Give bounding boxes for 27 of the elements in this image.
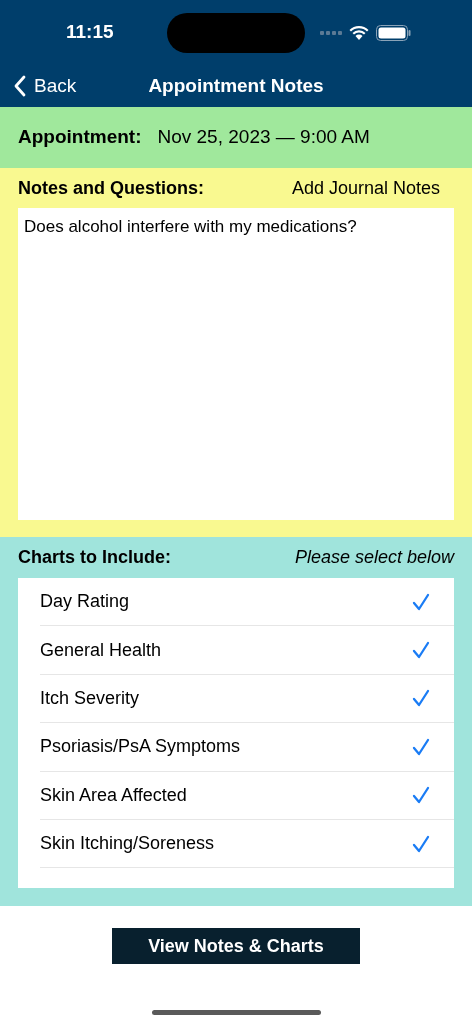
chart-option[interactable]: Skin Itching/Soreness xyxy=(40,819,454,869)
screen-title: Appointment Notes xyxy=(148,73,324,98)
signal-icon xyxy=(320,30,342,35)
wifi-icon xyxy=(349,25,369,40)
status-time: 11:15 xyxy=(66,20,114,45)
charts-label: Charts to Include: xyxy=(18,546,171,569)
chart-option-label: Psoriasis/PsA Symptoms xyxy=(40,735,241,759)
chart-option[interactable]: General Health xyxy=(40,626,454,675)
appointment-label: Appointment: xyxy=(18,125,142,150)
back-button[interactable]: Back xyxy=(14,71,77,101)
chart-option-label: Itch Severity xyxy=(40,686,140,710)
chart-option[interactable]: Day Rating xyxy=(40,578,454,627)
chart-option-label: Day Rating xyxy=(40,590,130,614)
view-notes-charts-button[interactable]: View Notes & Charts xyxy=(112,928,360,964)
appointment-date: Nov 25, 2023 — 9:00 AM xyxy=(157,125,370,150)
chart-option[interactable]: Itch Severity xyxy=(40,674,454,724)
battery-icon xyxy=(376,24,411,41)
add-journal-notes-button[interactable]: Add Journal Notes xyxy=(291,174,440,202)
chart-option[interactable]: Psoriasis/PsA Symptoms xyxy=(40,723,454,772)
chart-option-label: Skin Itching/Soreness xyxy=(40,832,215,856)
notes-field[interactable]: Does alcohol interfere with my medications? xyxy=(18,208,454,520)
chevron-left-icon xyxy=(14,75,26,97)
chart-option-label: Skin Area Affected xyxy=(40,783,187,807)
charts-hint: Please select below xyxy=(294,546,454,569)
chart-option[interactable]: Skin Area Affected xyxy=(40,771,454,820)
chart-option-label: General Health xyxy=(40,638,162,662)
notes-label: Notes and Questions: xyxy=(18,176,205,200)
